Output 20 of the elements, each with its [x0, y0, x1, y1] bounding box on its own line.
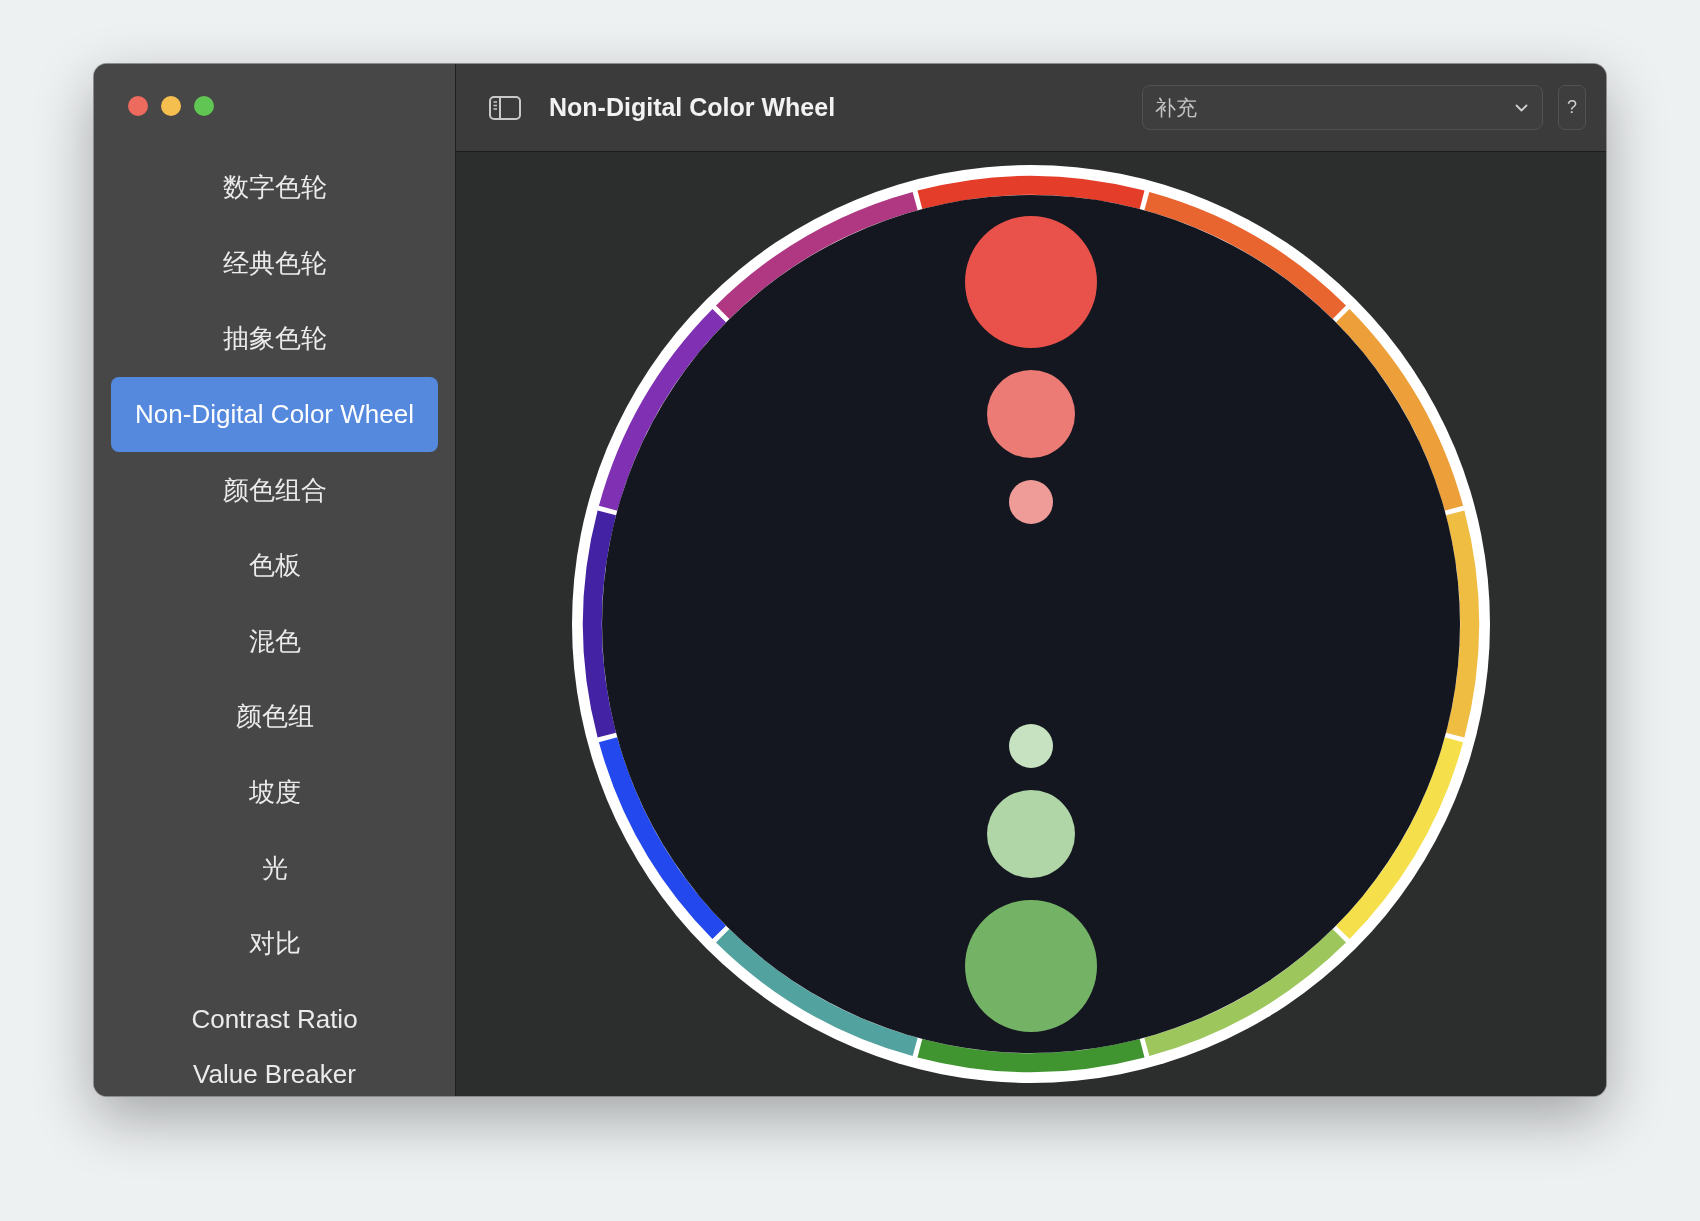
- close-button[interactable]: [128, 96, 148, 116]
- sidebar-item[interactable]: 光: [111, 830, 438, 906]
- zoom-button[interactable]: [194, 96, 214, 116]
- sidebar-item[interactable]: Contrast Ratio: [111, 981, 438, 1058]
- sidebar-item[interactable]: 对比: [111, 905, 438, 982]
- help-button[interactable]: ?: [1558, 85, 1586, 130]
- scheme-dropdown[interactable]: 补充: [1142, 85, 1543, 130]
- chevron-down-icon: [1515, 103, 1528, 112]
- sidebar-item[interactable]: 颜色组合: [111, 452, 438, 528]
- sidebar-item[interactable]: Value Breaker: [111, 1057, 438, 1092]
- sidebar-item[interactable]: 抽象色轮: [111, 301, 438, 377]
- sidebar-toggle-icon[interactable]: [489, 95, 521, 120]
- sidebar-item[interactable]: 数字色轮: [111, 150, 438, 226]
- sidebar-item[interactable]: 混色: [111, 603, 438, 680]
- sidebar-item[interactable]: 坡度: [111, 754, 438, 831]
- minimize-button[interactable]: [161, 96, 181, 116]
- sidebar-item[interactable]: 色板: [111, 527, 438, 604]
- window-title: Non-Digital Color Wheel: [549, 93, 836, 122]
- sidebar-item[interactable]: 颜色组: [111, 679, 438, 755]
- sidebar-item[interactable]: 经典色轮: [111, 225, 438, 302]
